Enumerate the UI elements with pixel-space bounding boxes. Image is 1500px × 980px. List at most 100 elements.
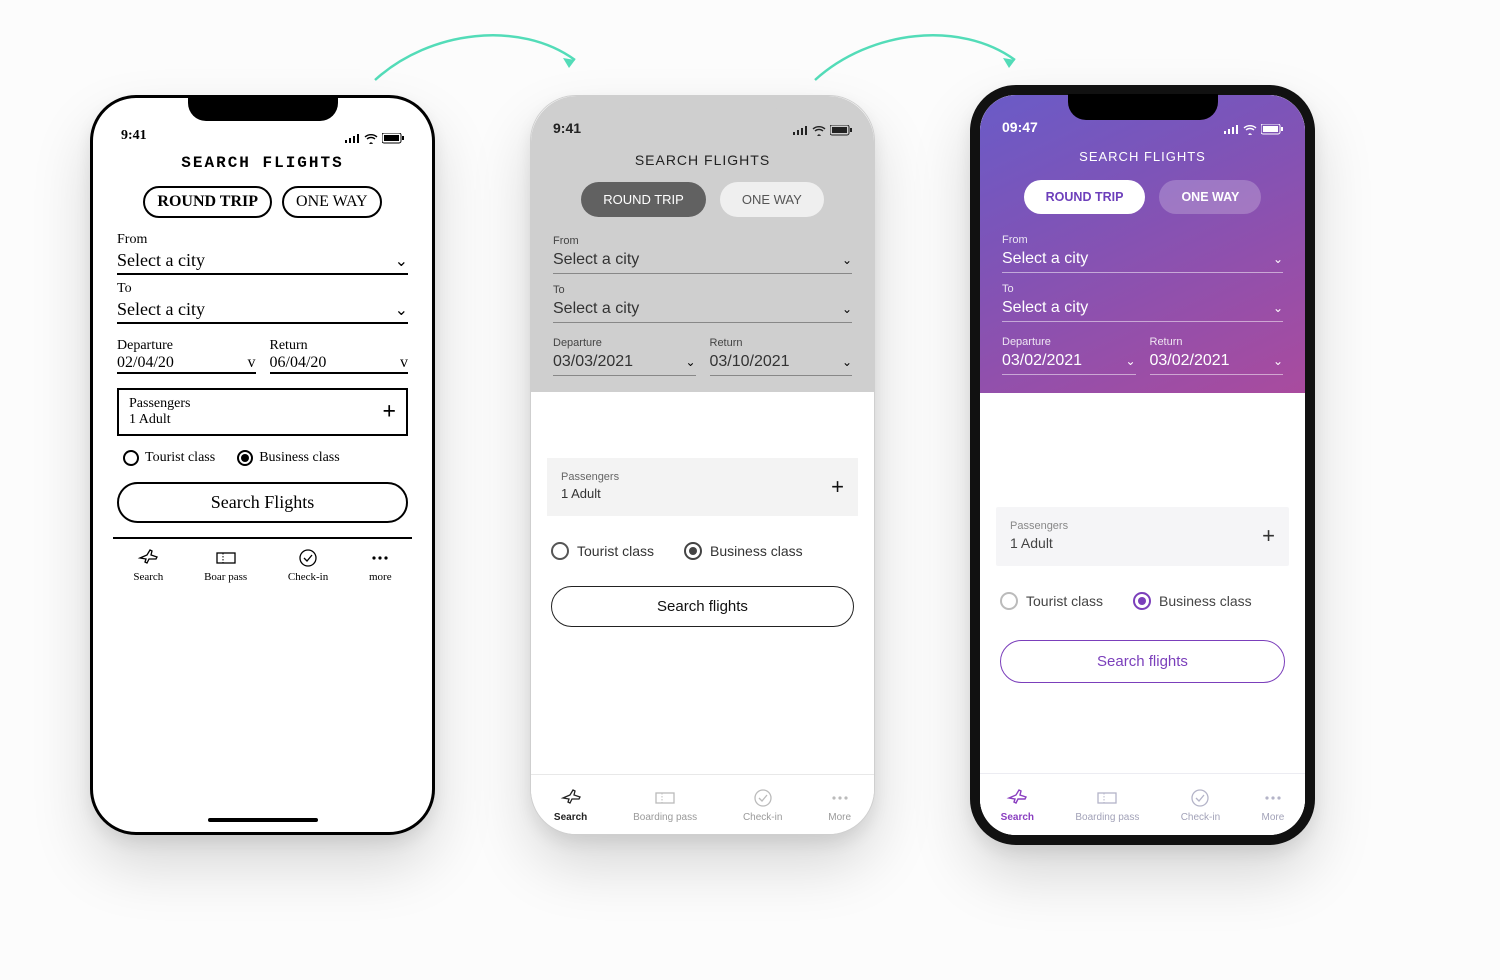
radio-business-label: Business class [710, 543, 803, 559]
radio-icon [684, 542, 702, 560]
tab-search[interactable]: Search [1001, 787, 1034, 823]
from-select[interactable]: Select a city ⌄ [117, 250, 408, 275]
tab-boarding[interactable]: Boar pass [204, 547, 247, 583]
plus-icon[interactable]: + [382, 399, 396, 426]
radio-icon [123, 450, 139, 466]
from-value: Select a city [1002, 250, 1088, 268]
tab-checkin[interactable]: Check-in [1181, 787, 1220, 823]
radio-icon [551, 542, 569, 560]
return-select[interactable]: 06/04/20 v [270, 354, 409, 374]
ticket-icon [215, 547, 237, 569]
from-value: Select a city [553, 251, 639, 269]
departure-label: Departure [553, 337, 696, 349]
to-select[interactable]: Select a city ⌄ [117, 299, 408, 324]
phone-final: 09:47 SEARCH FLIGHTS ROUND TRIP ONE WAY … [970, 85, 1315, 845]
radio-tourist-label: Tourist class [145, 450, 215, 466]
tab-checkin-label: Check-in [288, 571, 328, 583]
search-flights-button[interactable]: Search flights [551, 586, 854, 627]
plus-icon[interactable]: + [1262, 523, 1275, 549]
page-title: SEARCH FLIGHTS [99, 154, 426, 172]
radio-business[interactable]: Business class [237, 450, 340, 466]
radio-icon [237, 450, 253, 466]
departure-value: 03/02/2021 [1002, 352, 1082, 370]
return-select[interactable]: 03/02/2021 ⌄ [1150, 348, 1284, 375]
phone-wireframe: 9:41 SEARCH FLIGHTS ROUND TRIP ONE WAY F… [530, 95, 875, 835]
plane-icon [137, 547, 159, 569]
chevron-down-icon: ⌄ [395, 251, 408, 271]
more-icon [829, 787, 851, 809]
to-select[interactable]: Select a city ⌄ [553, 296, 852, 323]
tab-search[interactable]: Search [554, 787, 587, 823]
from-select[interactable]: Select a city ⌄ [1002, 246, 1283, 273]
radio-tourist[interactable]: Tourist class [551, 542, 654, 560]
tab-more-label: more [369, 571, 392, 583]
tab-search[interactable]: Search [133, 547, 163, 583]
departure-select[interactable]: 03/03/2021 ⌄ [553, 349, 696, 376]
tab-checkin-label: Check-in [743, 812, 782, 823]
tab-boarding[interactable]: Boarding pass [1075, 787, 1139, 823]
radio-tourist[interactable]: Tourist class [123, 450, 215, 466]
tab-more[interactable]: More [828, 787, 851, 823]
tab-checkin[interactable]: Check-in [743, 787, 782, 823]
radio-icon [1133, 592, 1151, 610]
tab-more[interactable]: More [1262, 787, 1285, 823]
tab-search-label: Search [554, 812, 587, 823]
tab-boarding[interactable]: Boarding pass [633, 787, 697, 823]
search-flights-button[interactable]: Search Flights [117, 482, 408, 523]
to-select[interactable]: Select a city ⌄ [1002, 295, 1283, 322]
passengers-select[interactable]: Passengers 1 Adult + [117, 388, 408, 436]
arrow-sketch-to-wire [370, 20, 590, 100]
status-indicators [1223, 124, 1283, 135]
chevron-down-icon: ⌄ [842, 355, 852, 369]
from-label: From [1002, 234, 1283, 246]
radio-business[interactable]: Business class [684, 542, 803, 560]
passengers-value: 1 Adult [1010, 535, 1053, 551]
chevron-down-icon: ⌄ [1125, 354, 1135, 368]
tab-search-label: Search [133, 571, 163, 583]
signal-icon [344, 134, 360, 144]
to-label: To [117, 281, 408, 297]
passengers-label: Passengers [561, 470, 619, 485]
passengers-select[interactable]: Passengers 1 Adult + [547, 458, 858, 516]
departure-select[interactable]: 02/04/20 v [117, 354, 256, 374]
page-title: SEARCH FLIGHTS [980, 139, 1305, 180]
tab-search-label: Search [1001, 812, 1034, 823]
tab-one-way[interactable]: ONE WAY [720, 182, 824, 217]
passengers-value: 1 Adult [129, 412, 171, 427]
plus-icon[interactable]: + [831, 474, 844, 500]
radio-tourist[interactable]: Tourist class [1000, 592, 1103, 610]
radio-icon [1000, 592, 1018, 610]
search-flights-button[interactable]: Search flights [1000, 640, 1285, 683]
chevron-down-icon: ⌄ [395, 300, 408, 320]
to-value: Select a city [1002, 299, 1088, 317]
tab-one-way[interactable]: ONE WAY [282, 186, 382, 218]
plane-icon [1006, 787, 1028, 809]
from-select[interactable]: Select a city ⌄ [553, 247, 852, 274]
departure-value: 02/04/20 [117, 354, 174, 372]
departure-select[interactable]: 03/02/2021 ⌄ [1002, 348, 1136, 375]
tab-round-trip[interactable]: ROUND TRIP [1024, 180, 1146, 214]
return-label: Return [1150, 336, 1284, 348]
radio-business-label: Business class [259, 450, 340, 466]
radio-business[interactable]: Business class [1133, 592, 1252, 610]
tab-checkin-label: Check-in [1181, 812, 1220, 823]
return-label: Return [270, 338, 409, 354]
status-time: 9:41 [121, 128, 147, 144]
tab-round-trip[interactable]: ROUND TRIP [581, 182, 706, 217]
phone-notch [1068, 94, 1218, 120]
tab-more[interactable]: more [369, 547, 392, 583]
radio-tourist-label: Tourist class [1026, 593, 1103, 609]
chevron-down-icon: ⌄ [842, 302, 852, 316]
tab-one-way[interactable]: ONE WAY [1159, 180, 1261, 214]
tab-checkin[interactable]: Check-in [288, 547, 328, 583]
passengers-select[interactable]: Passengers 1 Adult + [996, 507, 1289, 566]
plane-icon [560, 787, 582, 809]
more-icon [369, 547, 391, 569]
tab-bar: Search Boarding pass Check-in More [531, 774, 874, 834]
tab-bar: Search Boarding pass Check-in More [980, 773, 1305, 835]
status-indicators [792, 125, 852, 136]
return-select[interactable]: 03/10/2021 ⌄ [710, 349, 853, 376]
tab-round-trip[interactable]: ROUND TRIP [143, 186, 272, 218]
phone-sketch: 9:41 SEARCH FLIGHTS ROUND TRIP ONE WAY F… [90, 95, 435, 835]
return-label: Return [710, 337, 853, 349]
